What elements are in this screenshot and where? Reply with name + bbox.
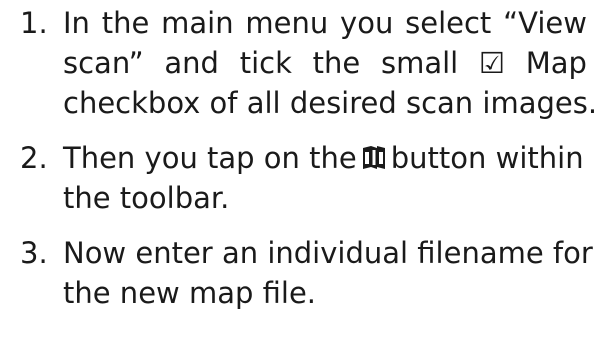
step-3-number: 3. [20, 236, 48, 270]
instruction-list: 1. In the main menu you select “View sca… [0, 0, 607, 345]
step-1-number: 1. [20, 6, 48, 40]
step-2-text-before: Then you tap on the [63, 141, 357, 175]
step-2-line-2: the toolbar. [63, 181, 230, 215]
step-2-text-after: button within [390, 141, 584, 175]
step-3-line-2: the new map file. [63, 276, 316, 310]
map-book-icon [361, 137, 387, 169]
step-1-line-3: checkbox of all desired scan images. [63, 86, 598, 120]
step-2-number: 2. [20, 141, 48, 175]
